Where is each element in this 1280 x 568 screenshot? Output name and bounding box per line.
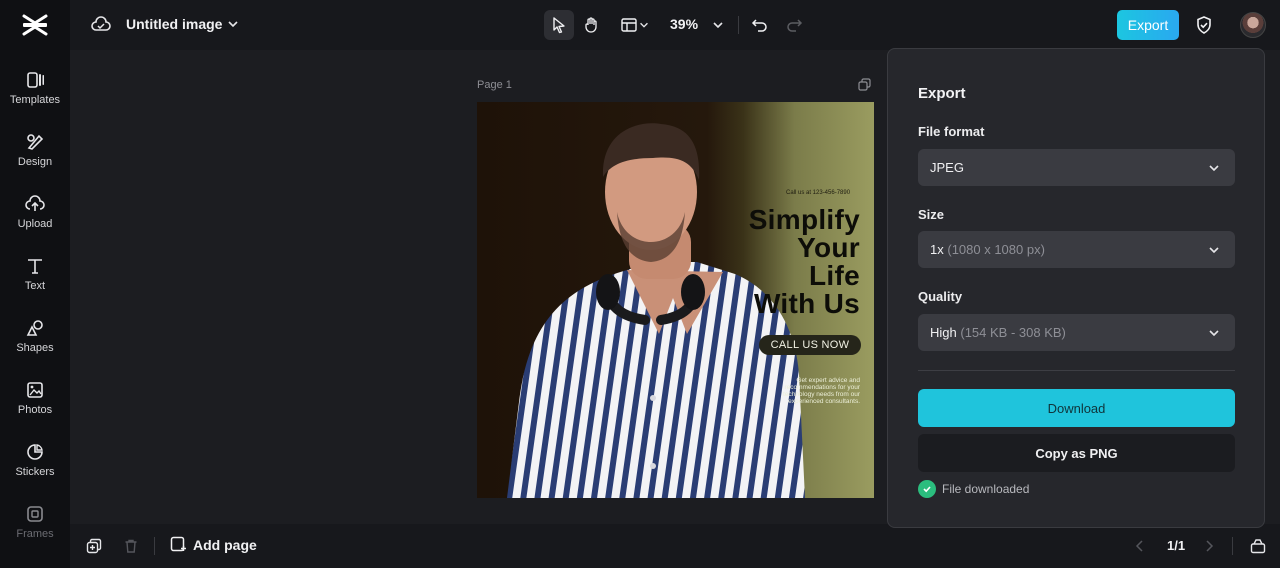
sidebar-item-label: Stickers <box>15 466 55 478</box>
upload-icon <box>25 195 45 211</box>
trash-icon[interactable] <box>123 538 139 554</box>
duplicate-page-icon[interactable] <box>858 78 871 91</box>
sidebar-item-shapes[interactable]: Shapes <box>0 316 70 366</box>
toolbar-divider <box>738 16 739 34</box>
headline-line: Simplify <box>748 204 860 235</box>
download-button[interactable]: Download <box>918 389 1235 427</box>
export-panel-title: Export <box>918 85 966 102</box>
shield-icon[interactable] <box>1194 15 1214 35</box>
undo-button[interactable] <box>748 10 772 40</box>
zoom-level[interactable]: 39% <box>670 16 698 32</box>
toolbar-divider <box>154 537 155 555</box>
capcut-logo-icon[interactable] <box>21 12 49 38</box>
left-sidebar: Templates Design Upload Text Shapes Phot… <box>0 0 70 568</box>
sidebar-item-upload[interactable]: Upload <box>0 192 70 242</box>
undo-icon <box>751 19 767 32</box>
headline-line: Life <box>809 260 860 291</box>
headline-line: With Us <box>753 288 860 319</box>
chevron-down-icon[interactable] <box>226 17 240 31</box>
status-text: File downloaded <box>942 482 1030 496</box>
file-format-select[interactable]: JPEG <box>918 149 1235 186</box>
shapes-icon <box>26 320 43 336</box>
download-status: File downloaded <box>918 480 1029 498</box>
design-headline[interactable]: Simplify Your Life With Us <box>700 206 860 318</box>
quality-label: Quality <box>918 289 963 304</box>
sidebar-item-label: Design <box>17 156 53 168</box>
quality-value-group: High (154 KB - 308 KB) <box>930 325 1066 340</box>
sidebar-item-text[interactable]: Text <box>0 254 70 304</box>
design-icon <box>27 134 44 150</box>
templates-icon <box>27 72 44 88</box>
bottom-toolbar: Add page 1/1 <box>70 524 1280 568</box>
design-cta-pill[interactable]: CALL US NOW <box>759 335 861 355</box>
export-button[interactable]: Export <box>1117 10 1179 40</box>
sidebar-item-label: Text <box>24 280 46 292</box>
design-blurb-text[interactable]: Get expert advice and recommendations fo… <box>768 377 860 405</box>
stickers-icon <box>27 444 43 460</box>
frames-icon <box>27 506 43 522</box>
pages-panel-icon[interactable] <box>1250 538 1266 554</box>
layout-icon <box>621 18 637 32</box>
document-title[interactable]: Untitled image <box>126 16 222 32</box>
sidebar-item-frames[interactable]: Frames <box>0 502 70 552</box>
sidebar-item-label: Upload <box>17 218 53 230</box>
redo-icon <box>787 19 803 32</box>
cursor-icon <box>553 17 565 34</box>
size-value: 1x <box>930 242 944 257</box>
quality-value: High <box>930 325 957 340</box>
layout-dropdown-button[interactable] <box>616 10 654 40</box>
chevron-down-icon <box>713 22 723 29</box>
sidebar-item-photos[interactable]: Photos <box>0 378 70 428</box>
photos-icon <box>27 382 43 398</box>
zoom-dropdown-button[interactable] <box>708 10 728 40</box>
sidebar-item-label: Photos <box>17 404 53 416</box>
sidebar-item-label: Templates <box>9 94 61 106</box>
copy-as-png-button[interactable]: Copy as PNG <box>918 434 1235 472</box>
redo-button[interactable] <box>782 10 806 40</box>
quality-hint: (154 KB - 308 KB) <box>960 325 1066 340</box>
add-page-label: Add page <box>193 536 257 553</box>
design-phone-text[interactable]: Call us at 123-456-7890 <box>786 190 850 196</box>
sidebar-item-label: Shapes <box>16 342 54 354</box>
previous-page-icon[interactable] <box>1132 538 1148 554</box>
sidebar-item-stickers[interactable]: Stickers <box>0 440 70 490</box>
duplicate-page-icon[interactable] <box>86 538 102 554</box>
hand-tool-button[interactable] <box>577 10 607 40</box>
sidebar-item-label: Frames <box>16 528 54 540</box>
add-page-button[interactable]: Add page <box>170 536 257 553</box>
top-toolbar: Untitled image 39% Export <box>70 0 1280 50</box>
user-avatar[interactable] <box>1240 12 1266 38</box>
next-page-icon[interactable] <box>1201 538 1217 554</box>
headline-line: Your <box>797 232 860 263</box>
size-hint: (1080 x 1080 px) <box>947 242 1045 257</box>
file-format-label: File format <box>918 124 985 139</box>
page-counter: 1/1 <box>1167 538 1186 553</box>
text-icon <box>28 259 42 274</box>
select-tool-button[interactable] <box>544 10 574 40</box>
hand-icon <box>585 17 597 33</box>
chevron-down-icon <box>1209 247 1219 254</box>
app-root: Templates Design Upload Text Shapes Phot… <box>0 0 1280 568</box>
size-label: Size <box>918 207 945 222</box>
check-circle-icon <box>918 480 936 498</box>
quality-select[interactable]: High (154 KB - 308 KB) <box>918 314 1235 351</box>
panel-divider <box>918 370 1235 371</box>
add-page-icon <box>170 536 186 552</box>
chevron-down-icon <box>640 22 648 28</box>
sidebar-item-design[interactable]: Design <box>0 130 70 180</box>
file-format-value: JPEG <box>930 160 964 175</box>
chevron-down-icon <box>1209 330 1219 337</box>
chevron-down-icon <box>1209 165 1219 172</box>
sidebar-item-templates[interactable]: Templates <box>0 68 70 118</box>
toolbar-divider <box>1232 537 1233 555</box>
size-value-group: 1x (1080 x 1080 px) <box>930 242 1045 257</box>
cloud-sync-icon[interactable] <box>91 15 111 35</box>
size-select[interactable]: 1x (1080 x 1080 px) <box>918 231 1235 268</box>
export-panel: Export File format JPEG Size 1x (1080 x … <box>887 48 1265 528</box>
design-artboard[interactable]: Call us at 123-456-7890 Simplify Your Li… <box>477 102 874 498</box>
page-label: Page 1 <box>477 79 512 91</box>
